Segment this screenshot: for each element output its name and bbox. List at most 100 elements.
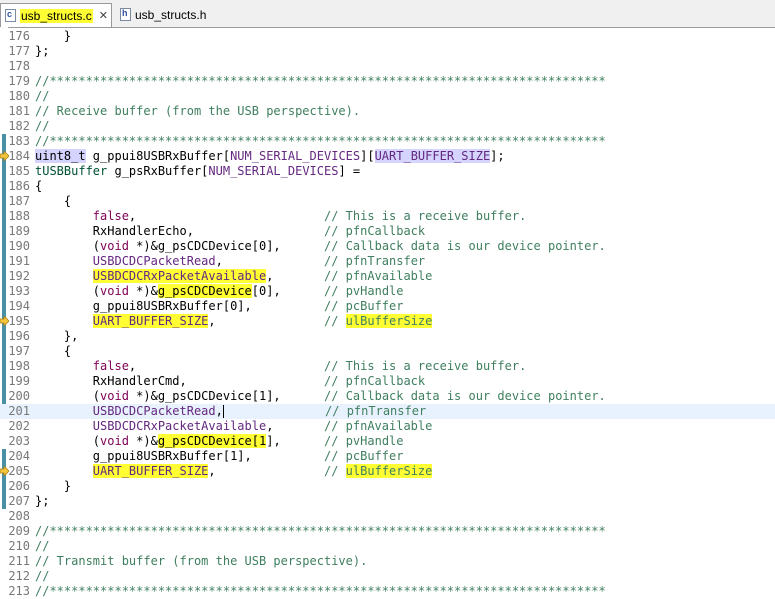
code-text: uint8_t g_ppui8USBRxBuffer[NUM_SERIAL_DE… (35, 149, 505, 163)
code-line[interactable]: 182 // (0, 119, 775, 134)
code-text: { (35, 179, 43, 193)
code-text: }; (35, 494, 50, 508)
tab-usb-structs-c[interactable]: usb_structs.c ✕ (0, 3, 112, 27)
line-number: 183 (8, 134, 30, 148)
line-number: 204 (8, 449, 30, 463)
line-number: 180 (8, 89, 30, 103)
code-line[interactable]: 192 USBDCDCRxPacketAvailable, // pfnAvai… (0, 269, 775, 284)
code-line[interactable]: 181 // Receive buffer (from the USB persp… (0, 104, 775, 119)
code-text: // (35, 119, 50, 133)
code-editor[interactable]: 176 } 177}; 178 179//**********************… (0, 27, 775, 598)
code-line[interactable]: 190 (void *)&g_psCDCDevice[0], // Callba… (0, 239, 775, 254)
code-text: { (35, 194, 72, 208)
line-number: 212 (8, 569, 30, 583)
code-text: // Transmit buffer (from the USB perspec… (35, 554, 368, 568)
code-line[interactable]: 178 (0, 59, 775, 74)
code-line[interactable]: 202 USBDCDCRxPacketAvailable, // pfnAvai… (0, 419, 775, 434)
code-line[interactable]: 183 //***********************************… (0, 134, 775, 149)
code-text: // (35, 89, 50, 103)
code-line[interactable]: 184 uint8_t g_ppui8USBRxBuffer[NUM_SERIAL… (0, 149, 775, 164)
code-line[interactable]: 209 //***********************************… (0, 524, 775, 539)
line-number: 207 (8, 494, 30, 508)
code-line[interactable]: 177}; (0, 44, 775, 59)
code-text: USBDCDCRxPacketAvailable, // pfnAvailabl… (92, 419, 433, 433)
code-text: //**************************************… (35, 134, 606, 148)
code-line[interactable]: 210 // (0, 539, 775, 554)
line-number: 177 (8, 44, 30, 58)
code-line[interactable]: 195 UART_BUFFER_SIZE, // ulBufferSize (0, 314, 775, 329)
code-line[interactable]: 194 g_ppui8USBRxBuffer[0], // pcBuffer (0, 299, 775, 314)
code-text: USBDCDCRxPacketAvailable, // pfnAvailabl… (92, 269, 433, 283)
line-number: 194 (8, 299, 30, 313)
code-line[interactable]: 212 // (0, 569, 775, 584)
code-line[interactable]: 193 (void *)&g_psCDCDevice[0], // pvHand… (0, 284, 775, 299)
line-number: 198 (8, 359, 30, 373)
line-number: 192 (8, 269, 30, 283)
line-number: 200 (8, 389, 30, 403)
line-number: 178 (8, 59, 30, 73)
tab-label: usb_structs.h (135, 7, 207, 22)
code-line[interactable]: 203 (void *)&g_psCDCDevice[1], // pvHand… (0, 434, 775, 449)
code-text: } (35, 29, 72, 43)
tab-usb-structs-h[interactable]: usb_structs.h (116, 3, 226, 26)
line-number: 189 (8, 224, 30, 238)
code-text: g_ppui8USBRxBuffer[1], // pcBuffer (35, 449, 404, 463)
line-number: 190 (8, 239, 30, 253)
code-text: (void *)&g_psCDCDevice[0], // pvHandle (35, 284, 404, 298)
tab-label: usb_structs.c (20, 8, 93, 23)
code-text: // (35, 539, 50, 553)
code-text: UART_BUFFER_SIZE, // ulBufferSize (92, 314, 433, 328)
code-line[interactable]: 199 RxHandlerCmd, // pfnCallback (0, 374, 775, 389)
code-text: RxHandlerEcho, // pfnCallback (35, 224, 426, 238)
line-number: 184 (8, 149, 30, 163)
code-line[interactable]: 196 }, (0, 329, 775, 344)
code-line[interactable]: 187 { (0, 194, 775, 209)
code-line[interactable]: 185 tUSBBuffer g_psRxBuffer[NUM_SERIAL_DE… (0, 164, 775, 179)
arrow-marker-icon[interactable] (0, 316, 9, 326)
code-text: (void *)&g_psCDCDevice[1], // Callback d… (35, 389, 606, 403)
line-number: 206 (8, 479, 30, 493)
line-number: 209 (8, 524, 30, 538)
code-line[interactable]: 197 { (0, 344, 775, 359)
arrow-marker-icon[interactable] (0, 151, 9, 161)
code-line[interactable]: 188 false, // This is a receive buffer. (0, 209, 775, 224)
line-number: 176 (8, 29, 30, 43)
code-line[interactable]: 204 g_ppui8USBRxBuffer[1], // pcBuffer (0, 449, 775, 464)
line-number: 181 (8, 104, 30, 118)
code-line[interactable]: 180 // (0, 89, 775, 104)
arrow-marker-icon[interactable] (0, 466, 9, 476)
code-line[interactable]: 208 (0, 509, 775, 524)
code-line[interactable]: 191 USBDCDCPacketRead, // pfnTransfer (0, 254, 775, 269)
code-line[interactable]: 179 //***********************************… (0, 74, 775, 89)
line-number: 202 (8, 419, 30, 433)
code-line[interactable]: 211 // Transmit buffer (from the USB pers… (0, 554, 775, 569)
line-number: 193 (8, 284, 30, 298)
code-line[interactable]: 207}; (0, 494, 775, 509)
code-line[interactable]: 176 } (0, 29, 775, 44)
line-number: 211 (8, 554, 30, 568)
code-line[interactable]: 189 RxHandlerEcho, // pfnCallback (0, 224, 775, 239)
line-number: 203 (8, 434, 30, 448)
code-text: }, (35, 329, 79, 343)
code-text: USBDCDCPacketRead, // pfnTransfer (92, 254, 426, 268)
code-line[interactable]: 186 { (0, 179, 775, 194)
code-line[interactable]: 205 UART_BUFFER_SIZE, // ulBufferSize (0, 464, 775, 479)
line-number: 191 (8, 254, 30, 268)
close-icon[interactable]: ✕ (99, 9, 108, 22)
line-number: 186 (8, 179, 30, 193)
code-text: false, // This is a receive buffer. (92, 209, 527, 223)
code-line[interactable]: 198 false, // This is a receive buffer. (0, 359, 775, 374)
code-line[interactable]: 200 (void *)&g_psCDCDevice[1], // Callba… (0, 389, 775, 404)
line-number: 197 (8, 344, 30, 358)
line-number: 179 (8, 74, 30, 88)
code-text: g_ppui8USBRxBuffer[0], // pcBuffer (35, 299, 404, 313)
h-file-icon (120, 8, 131, 21)
line-number: 195 (8, 314, 30, 328)
line-number: 187 (8, 194, 30, 208)
code-text: UART_BUFFER_SIZE, // ulBufferSize (92, 464, 433, 478)
code-line[interactable]: 206 } (0, 479, 775, 494)
line-number: 210 (8, 539, 30, 553)
code-line[interactable]: 201 USBDCDCPacketRead, // pfnTransfer (0, 404, 775, 419)
code-text: USBDCDCPacketRead, // pfnTransfer (92, 404, 427, 418)
code-text: (void *)&g_psCDCDevice[0], // Callback d… (35, 239, 606, 253)
